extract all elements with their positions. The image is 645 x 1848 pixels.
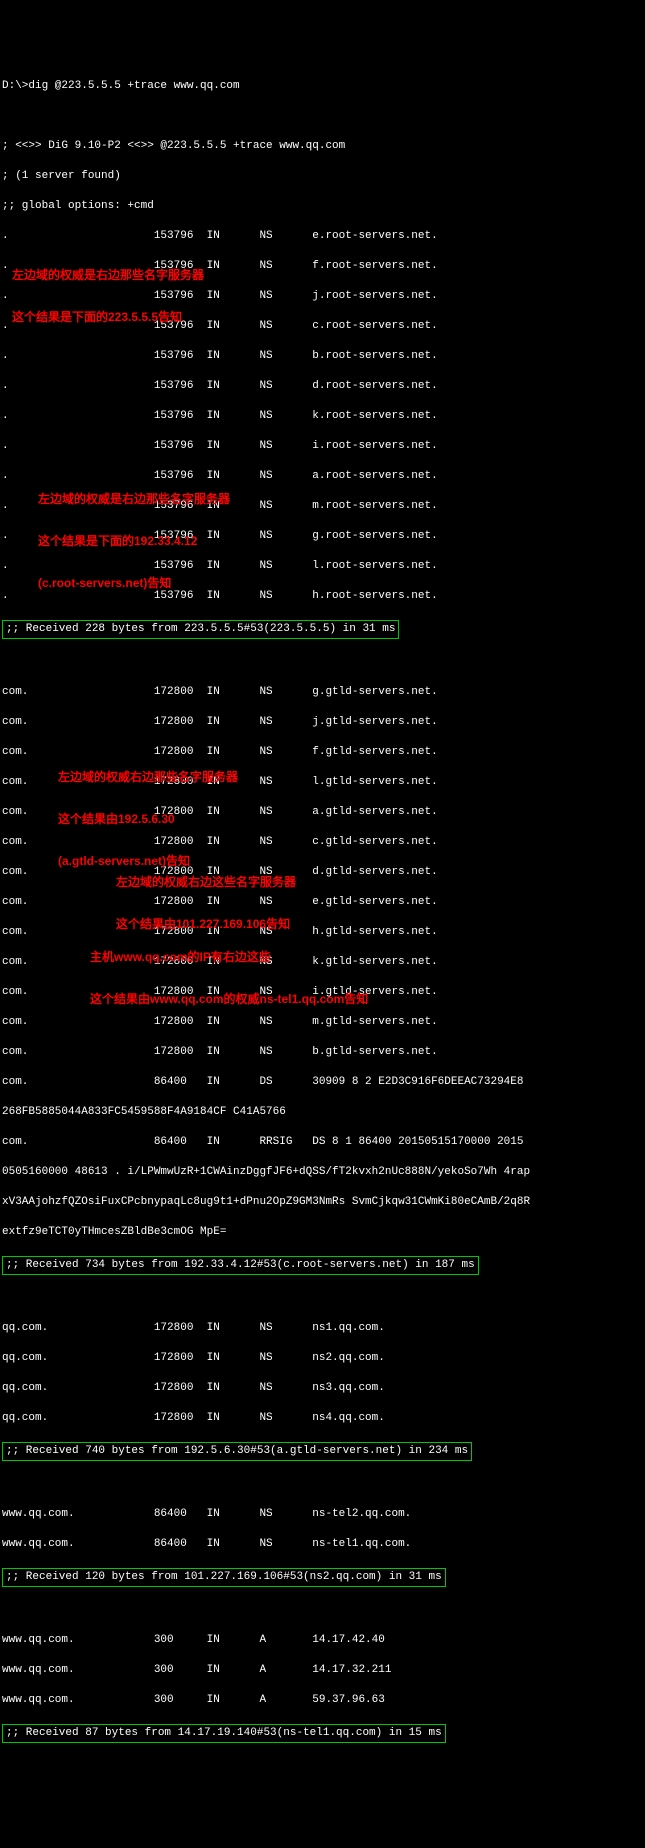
received-summary: ;; Received 87 bytes from 14.17.19.140#5… <box>2 1724 446 1743</box>
root-ns-row: . 153796 IN NS a.root-servers.net. <box>2 469 643 484</box>
dig-header: ; (1 server found) <box>2 169 643 184</box>
ds-record: 268FB5885044A833FC5459588F4A9184CF C41A5… <box>2 1105 643 1120</box>
gtld-ns-row: com. 172800 IN NS k.gtld-servers.net. <box>2 955 643 970</box>
rrsig-record: xV3AAjohzfQZOsiFuxCPcbnypaqLc8ug9t1+dPnu… <box>2 1195 643 1210</box>
gtld-ns-row: com. 172800 IN NS h.gtld-servers.net. <box>2 925 643 940</box>
gtld-ns-row: com. 172800 IN NS l.gtld-servers.net. <box>2 775 643 790</box>
command-prompt[interactable]: D:\>dig @223.5.5.5 +trace www.qq.com <box>2 79 643 94</box>
received-summary: ;; Received 734 bytes from 192.33.4.12#5… <box>2 1256 479 1275</box>
gtld-ns-row: com. 172800 IN NS d.gtld-servers.net. <box>2 865 643 880</box>
root-ns-row: . 153796 IN NS d.root-servers.net. <box>2 379 643 394</box>
root-ns-row: . 153796 IN NS e.root-servers.net. <box>2 229 643 244</box>
root-ns-row: . 153796 IN NS j.root-servers.net. <box>2 289 643 304</box>
www-ns-row: www.qq.com. 86400 IN NS ns-tel1.qq.com. <box>2 1537 643 1552</box>
gtld-ns-row: com. 172800 IN NS a.gtld-servers.net. <box>2 805 643 820</box>
received-summary: ;; Received 228 bytes from 223.5.5.5#53(… <box>2 620 399 639</box>
rrsig-record: com. 86400 IN RRSIG DS 8 1 86400 2015051… <box>2 1135 643 1150</box>
received-summary: ;; Received 120 bytes from 101.227.169.1… <box>2 1568 446 1587</box>
gtld-ns-row: com. 172800 IN NS i.gtld-servers.net. <box>2 985 643 1000</box>
gtld-ns-row: com. 172800 IN NS c.gtld-servers.net. <box>2 835 643 850</box>
root-ns-row: . 153796 IN NS b.root-servers.net. <box>2 349 643 364</box>
gtld-ns-row: com. 172800 IN NS g.gtld-servers.net. <box>2 685 643 700</box>
dig-header: ;; global options: +cmd <box>2 199 643 214</box>
gtld-ns-row: com. 172800 IN NS f.gtld-servers.net. <box>2 745 643 760</box>
root-ns-row: . 153796 IN NS g.root-servers.net. <box>2 529 643 544</box>
root-ns-row: . 153796 IN NS m.root-servers.net. <box>2 499 643 514</box>
rrsig-record: 0505160000 48613 . i/LPWmwUzR+1CWAinzDgg… <box>2 1165 643 1180</box>
gtld-ns-row: com. 172800 IN NS e.gtld-servers.net. <box>2 895 643 910</box>
qq-ns-row: qq.com. 172800 IN NS ns4.qq.com. <box>2 1411 643 1426</box>
rrsig-record: extfz9eTCT0yTHmcesZBldBe3cmOG MpE= <box>2 1225 643 1240</box>
www-a-row: www.qq.com. 300 IN A 59.37.96.63 <box>2 1693 643 1708</box>
ds-record: com. 86400 IN DS 30909 8 2 E2D3C916F6DEE… <box>2 1075 643 1090</box>
www-a-row: www.qq.com. 300 IN A 14.17.32.211 <box>2 1663 643 1678</box>
root-ns-row: . 153796 IN NS h.root-servers.net. <box>2 589 643 604</box>
terminal-output: D:\>dig @223.5.5.5 +trace www.qq.com ; <… <box>2 64 643 1848</box>
received-summary: ;; Received 740 bytes from 192.5.6.30#53… <box>2 1442 472 1461</box>
gtld-ns-row: com. 172800 IN NS b.gtld-servers.net. <box>2 1045 643 1060</box>
qq-ns-row: qq.com. 172800 IN NS ns3.qq.com. <box>2 1381 643 1396</box>
root-ns-row: . 153796 IN NS f.root-servers.net. <box>2 259 643 274</box>
www-ns-row: www.qq.com. 86400 IN NS ns-tel2.qq.com. <box>2 1507 643 1522</box>
dig-header: ; <<>> DiG 9.10-P2 <<>> @223.5.5.5 +trac… <box>2 139 643 154</box>
qq-ns-row: qq.com. 172800 IN NS ns1.qq.com. <box>2 1321 643 1336</box>
root-ns-row: . 153796 IN NS i.root-servers.net. <box>2 439 643 454</box>
root-ns-row: . 153796 IN NS c.root-servers.net. <box>2 319 643 334</box>
root-ns-row: . 153796 IN NS k.root-servers.net. <box>2 409 643 424</box>
gtld-ns-row: com. 172800 IN NS j.gtld-servers.net. <box>2 715 643 730</box>
qq-ns-row: qq.com. 172800 IN NS ns2.qq.com. <box>2 1351 643 1366</box>
root-ns-row: . 153796 IN NS l.root-servers.net. <box>2 559 643 574</box>
www-a-row: www.qq.com. 300 IN A 14.17.42.40 <box>2 1633 643 1648</box>
gtld-ns-row: com. 172800 IN NS m.gtld-servers.net. <box>2 1015 643 1030</box>
